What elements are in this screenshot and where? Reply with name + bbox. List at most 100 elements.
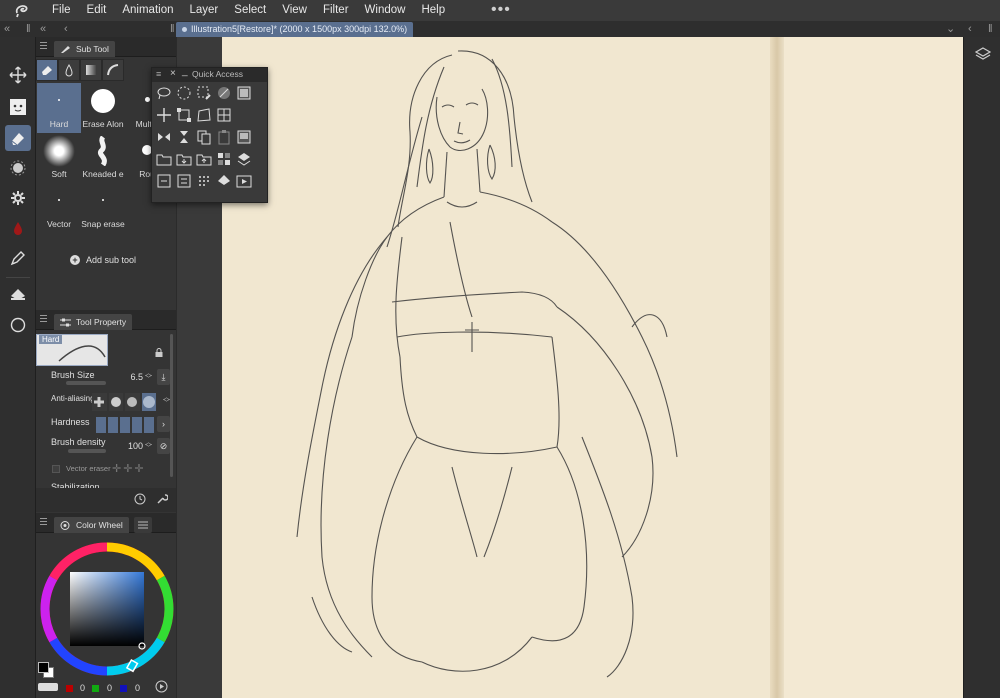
selection-pen-icon[interactable]	[196, 85, 212, 101]
tab-grip-icon[interactable]: ‖	[170, 21, 175, 37]
menu-animation[interactable]: Animation	[114, 0, 181, 21]
timelapse-icon[interactable]	[236, 173, 252, 189]
clock-icon[interactable]	[134, 493, 146, 508]
import-folder-icon[interactable]	[176, 151, 192, 167]
right-grip-icon[interactable]: ‖	[988, 21, 993, 37]
app-logo-icon[interactable]	[0, 0, 44, 21]
brush-size-slider[interactable]	[66, 381, 106, 385]
fill-tool-icon[interactable]	[5, 282, 31, 308]
collapse-left-icon[interactable]: «	[4, 21, 10, 37]
curve-category-icon[interactable]	[102, 59, 124, 81]
main-sub-color-swatch[interactable]	[38, 662, 54, 678]
paste-icon[interactable]	[216, 129, 232, 145]
brush-density-spinner[interactable]: ︿ ﹀	[145, 439, 152, 452]
panel-menu-icon[interactable]	[40, 518, 47, 525]
free-transform-icon[interactable]	[196, 107, 212, 123]
tool-property-scrollbar[interactable]	[170, 334, 173, 477]
color-mode-toggle[interactable]	[38, 683, 58, 691]
panel-menu-icon[interactable]	[40, 315, 47, 322]
gear-icon[interactable]	[5, 185, 31, 211]
export-png-icon[interactable]	[156, 173, 172, 189]
menu-edit[interactable]: Edit	[79, 0, 115, 21]
vector-eraser-options-icon[interactable]: ✛✛✛	[112, 462, 146, 475]
canvas-workspace[interactable]	[177, 37, 963, 698]
layers-icon[interactable]	[974, 46, 992, 65]
lock-icon[interactable]	[154, 348, 164, 361]
document-tab[interactable]: Illustration5[Restore]* (2000 x 1500px 3…	[176, 22, 414, 37]
menu-help[interactable]: Help	[413, 0, 453, 21]
layer-stack-icon[interactable]	[236, 129, 252, 145]
tab-tool-property[interactable]: Tool Property	[54, 314, 133, 330]
subtool-erase-along[interactable]: Erase Alon	[81, 83, 125, 133]
menu-file[interactable]: File	[44, 0, 79, 21]
quick-access-header[interactable]: ≡ × _ Quick Access	[152, 66, 267, 82]
flip-vertical-icon[interactable]	[176, 129, 192, 145]
ink-drop-icon[interactable]	[5, 215, 31, 241]
color-wheel[interactable]	[38, 540, 176, 678]
mesh-transform-icon[interactable]	[216, 107, 232, 123]
open-folder-icon[interactable]	[156, 151, 172, 167]
materials-icon[interactable]	[216, 151, 232, 167]
blend-tool-icon[interactable]	[5, 155, 31, 181]
aa-medium-option[interactable]	[125, 393, 140, 411]
download-icon[interactable]: ⤓	[157, 369, 170, 385]
deselect-icon[interactable]	[216, 85, 232, 101]
canvas-paper[interactable]	[222, 37, 963, 698]
subtool-hard[interactable]: Hard	[37, 83, 81, 133]
tab-dropdown-icon[interactable]: ⌄	[946, 21, 955, 37]
anti-aliasing-spinner[interactable]: ︿ ﹀	[163, 394, 170, 407]
menu-view[interactable]: View	[274, 0, 315, 21]
close-icon[interactable]: ×	[170, 68, 176, 79]
export-folder-icon[interactable]	[196, 151, 212, 167]
menu-layer[interactable]: Layer	[182, 0, 227, 21]
download-materials-icon[interactable]	[236, 151, 252, 167]
aa-weak-option[interactable]	[108, 393, 123, 411]
subtool-snap-erase[interactable]: Snap erase	[81, 183, 125, 233]
subtool-kneaded[interactable]: Kneaded e	[81, 133, 125, 183]
wrench-icon[interactable]	[156, 493, 169, 508]
collapse-panels-icon[interactable]: «	[40, 21, 46, 37]
drop-category-icon[interactable]	[58, 59, 80, 81]
select-dots-icon[interactable]	[176, 85, 192, 101]
subtool-soft[interactable]: Soft	[37, 133, 81, 183]
brush-density-slider[interactable]	[68, 449, 106, 453]
halftone-icon[interactable]	[196, 173, 212, 189]
move-tool-icon[interactable]	[5, 62, 31, 88]
palette-menu-icon[interactable]: ≡	[156, 69, 161, 79]
color-set-tab[interactable]	[134, 517, 152, 533]
vector-eraser-checkbox[interactable]	[52, 465, 60, 473]
move-arrows-icon[interactable]	[156, 107, 172, 123]
scale-icon[interactable]	[176, 107, 192, 123]
eraser-tool-icon[interactable]	[5, 125, 31, 151]
nav-prev-icon[interactable]: ‹	[968, 21, 972, 37]
more-menu-icon[interactable]: •••	[491, 0, 511, 19]
menu-window[interactable]: Window	[357, 0, 414, 21]
layer-thumbnail-icon[interactable]	[236, 85, 252, 101]
minimize-icon[interactable]: _	[182, 66, 188, 77]
tab-sub-tool[interactable]: Sub Tool	[54, 41, 115, 57]
nav-back-icon[interactable]: ‹	[64, 21, 68, 37]
color-settings-icon[interactable]	[155, 680, 168, 696]
pen-tool-icon[interactable]	[5, 245, 31, 271]
panel-menu-icon[interactable]	[40, 42, 47, 49]
hardness-levels[interactable]	[96, 417, 154, 433]
brush-size-spinner[interactable]: ︿ ﹀	[145, 370, 152, 383]
tab-color-wheel[interactable]: Color Wheel	[54, 517, 129, 533]
fill-bucket-icon[interactable]	[216, 173, 232, 189]
menu-filter[interactable]: Filter	[315, 0, 357, 21]
flip-horizontal-icon[interactable]	[156, 129, 172, 145]
gradient-category-icon[interactable]	[80, 59, 102, 81]
panel-grip-icon[interactable]: ‖	[26, 21, 31, 37]
add-sub-tool-button[interactable]: + Add sub tool	[70, 255, 136, 265]
aa-none-option[interactable]	[92, 393, 107, 411]
copy-icon[interactable]	[196, 129, 212, 145]
pressure-icon[interactable]: ⊘	[157, 438, 170, 454]
tool-preview-icon[interactable]	[5, 94, 31, 120]
lasso-select-icon[interactable]	[156, 85, 172, 101]
circle-tool-icon[interactable]	[5, 312, 31, 338]
menu-select[interactable]: Select	[226, 0, 274, 21]
chevron-right-icon[interactable]: ›	[157, 416, 170, 432]
export-jpg-icon[interactable]	[176, 173, 192, 189]
eraser-category-icon[interactable]	[36, 59, 58, 81]
subtool-vector[interactable]: Vector	[37, 183, 81, 233]
